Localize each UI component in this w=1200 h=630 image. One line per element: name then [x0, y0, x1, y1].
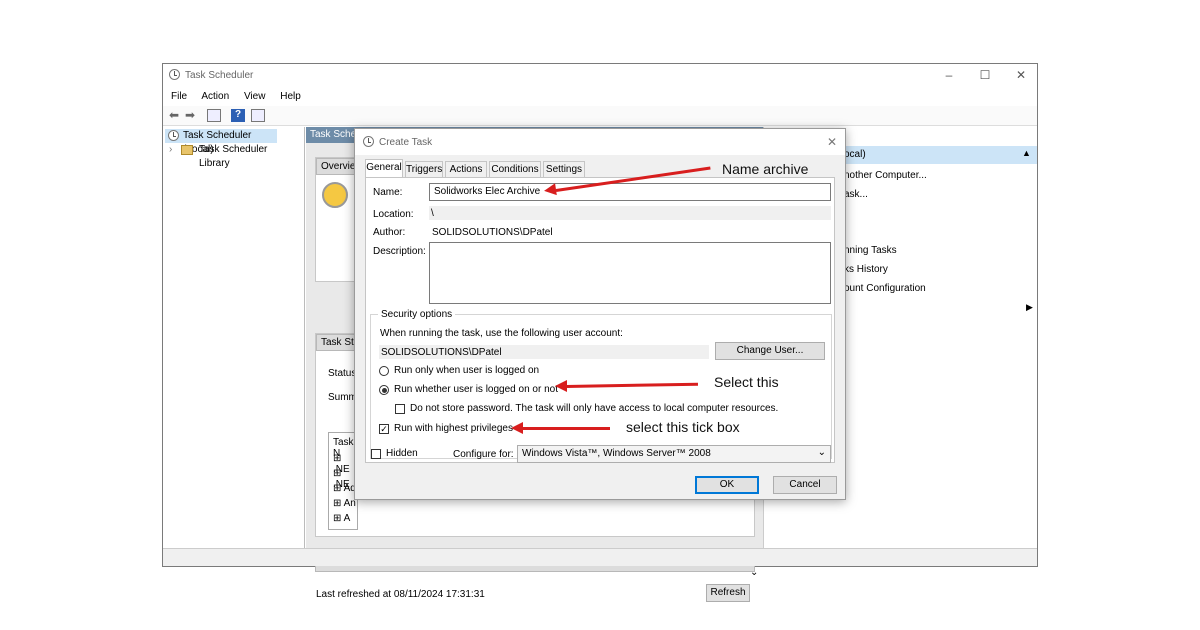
tree-item-local[interactable]: Task Scheduler (Local): [165, 129, 277, 155]
configure-for-select[interactable]: Windows Vista™, Windows Server™ 2008 ⌄: [517, 445, 831, 463]
action-running-tasks[interactable]: nning Tasks: [844, 245, 897, 256]
status-bar: [163, 548, 1037, 566]
action-create-task[interactable]: ask...: [844, 189, 868, 200]
tab-triggers[interactable]: Triggers: [405, 161, 443, 177]
help-icon[interactable]: ?: [231, 109, 245, 122]
maximize-button[interactable]: ☐: [975, 68, 995, 82]
list-item[interactable]: ⊞ A: [333, 513, 350, 524]
name-label: Name:: [373, 187, 403, 198]
cancel-button[interactable]: Cancel: [773, 476, 837, 494]
name-field[interactable]: Solidworks Elec Archive: [429, 183, 831, 201]
status-label: Status: [328, 368, 357, 379]
description-label: Description:: [373, 246, 426, 257]
menu-action[interactable]: Action: [201, 91, 229, 102]
menu-bar: File Action View Help: [171, 91, 313, 102]
dialog-close-icon[interactable]: ✕: [827, 135, 837, 149]
folder-icon: [181, 145, 193, 155]
menu-help[interactable]: Help: [280, 91, 301, 102]
task-scheduler-icon: [169, 69, 180, 80]
no-store-password-label[interactable]: Do not store password. The task will onl…: [410, 403, 778, 414]
tab-settings[interactable]: Settings: [543, 161, 585, 177]
dropdown-chevron-icon[interactable]: ⌄: [818, 447, 826, 458]
highest-privileges-checkbox[interactable]: ✓: [379, 424, 389, 434]
radio-logged-on-label[interactable]: Run only when user is logged on: [394, 365, 539, 376]
tab-conditions[interactable]: Conditions: [489, 161, 541, 177]
navigation-tree: Task Scheduler (Local) › Task Scheduler …: [163, 127, 305, 548]
annotation-select-tick-box: select this tick box: [626, 419, 740, 435]
forward-arrow-icon[interactable]: ➡: [183, 109, 197, 122]
general-panel: Name: Solidworks Elec Archive Location: …: [365, 177, 835, 463]
hidden-checkbox[interactable]: [371, 449, 381, 459]
radio-logged-on[interactable]: [379, 366, 389, 376]
last-refreshed-text: Last refreshed at 08/11/2024 17:31:31: [316, 589, 485, 600]
close-button[interactable]: ✕: [1011, 68, 1031, 82]
collapse-up-icon[interactable]: ▲: [1022, 148, 1031, 158]
summary-label: Summ: [328, 392, 357, 403]
author-value: SOLIDSOLUTIONS\DPatel: [432, 227, 553, 238]
dialog-title-bar: Create Task ✕: [355, 129, 845, 155]
tree-item-library-label: Task Scheduler Library: [199, 144, 268, 169]
window-title: Task Scheduler: [185, 70, 254, 81]
actions-header-label: ocal): [844, 149, 866, 160]
description-field[interactable]: [429, 242, 831, 304]
tab-actions[interactable]: Actions: [445, 161, 487, 177]
show-hide-action-pane-icon[interactable]: [251, 109, 265, 122]
menu-file[interactable]: File: [171, 91, 187, 102]
tab-general[interactable]: General: [365, 159, 403, 178]
clock-icon: [168, 130, 179, 141]
refresh-button[interactable]: Refresh: [706, 584, 750, 602]
configure-for-label: Configure for:: [453, 449, 514, 460]
hidden-label[interactable]: Hidden: [386, 448, 418, 459]
action-tasks-history[interactable]: ks History: [844, 264, 888, 275]
location-label: Location:: [373, 209, 414, 220]
user-account-value: SOLIDSOLUTIONS\DPatel: [379, 345, 709, 359]
minimize-button[interactable]: –: [939, 68, 959, 82]
configure-for-value: Windows Vista™, Windows Server™ 2008: [522, 448, 711, 459]
scheduler-clock-icon: [322, 182, 348, 208]
location-value: \: [429, 206, 831, 220]
menu-view[interactable]: View: [244, 91, 266, 102]
action-account-configuration[interactable]: ount Configuration: [844, 283, 926, 294]
radio-whether-logged-on[interactable]: [379, 385, 389, 395]
annotation-arrowhead: [511, 422, 523, 434]
annotation-arrow: [522, 427, 610, 430]
annotation-select-this: Select this: [714, 374, 779, 390]
highest-privileges-label[interactable]: Run with highest privileges: [394, 423, 513, 434]
ok-button[interactable]: OK: [695, 476, 759, 494]
dialog-clock-icon: [363, 136, 374, 147]
author-label: Author:: [373, 227, 406, 238]
submenu-arrow-icon[interactable]: ▶: [1026, 302, 1033, 313]
annotation-name-archive: Name archive: [722, 161, 809, 177]
no-store-password-checkbox[interactable]: [395, 404, 405, 414]
radio-whether-logged-on-label[interactable]: Run whether user is logged on or not: [394, 384, 558, 395]
action-connect-another-computer[interactable]: nother Computer...: [844, 170, 927, 181]
security-options-title: Security options: [378, 309, 456, 320]
security-description: When running the task, use the following…: [380, 328, 623, 339]
chevron-down-icon[interactable]: ⌄: [750, 567, 758, 578]
window-title-bar: Task Scheduler – ☐ ✕: [163, 64, 1037, 88]
show-hide-console-icon[interactable]: [207, 109, 221, 122]
annotation-arrowhead: [543, 183, 557, 197]
list-item[interactable]: ⊞ Ad: [333, 483, 356, 494]
chevron-right-icon[interactable]: ›: [169, 143, 172, 157]
annotation-arrowhead: [555, 380, 567, 392]
toolbar: ⬅ ➡ ?: [163, 106, 1037, 126]
tree-item-library[interactable]: › Task Scheduler Library: [167, 143, 297, 169]
change-user-button[interactable]: Change User...: [715, 342, 825, 360]
list-item[interactable]: ⊞ An: [333, 498, 356, 509]
back-arrow-icon[interactable]: ⬅: [167, 109, 181, 122]
dialog-title: Create Task: [379, 137, 433, 148]
